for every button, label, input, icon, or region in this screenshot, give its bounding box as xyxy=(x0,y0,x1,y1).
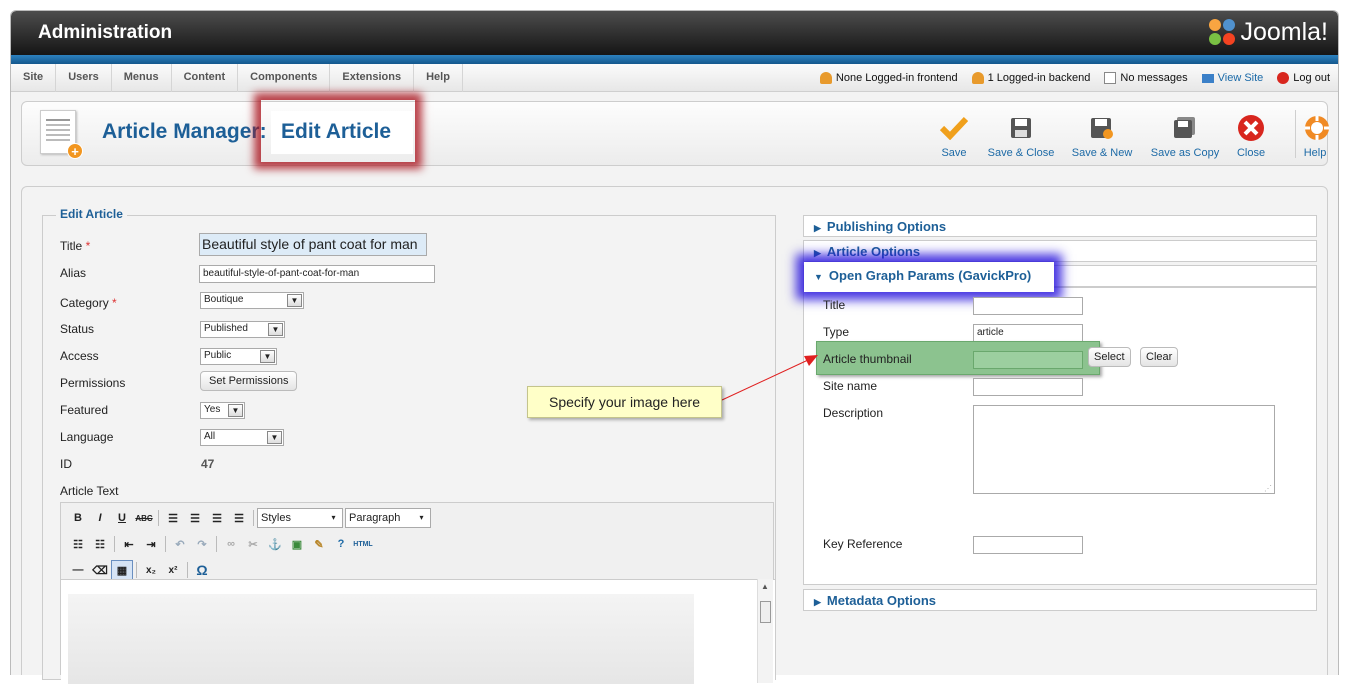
annotation-callout: Specify your image here xyxy=(527,386,722,418)
callout-arrow xyxy=(721,355,818,401)
